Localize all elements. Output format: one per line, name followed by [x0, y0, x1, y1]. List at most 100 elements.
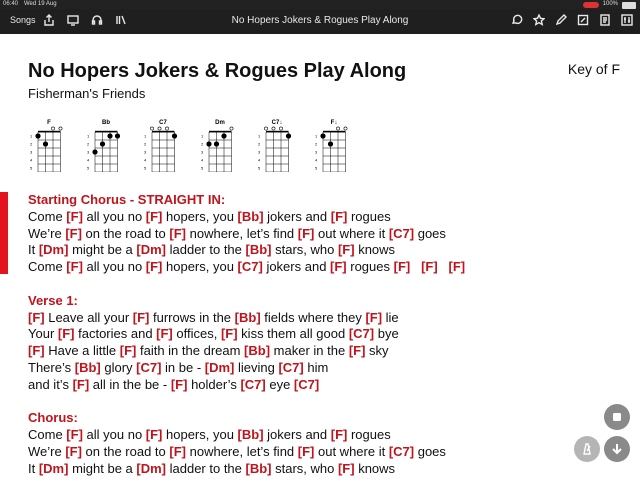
lyric-text: Come [28, 208, 67, 224]
chord-tag: [Dm] [38, 460, 69, 476]
pencil-icon[interactable] [554, 13, 568, 27]
stop-button[interactable] [604, 404, 630, 430]
autoscroll-down-button[interactable] [604, 436, 630, 462]
lyric-line: and it’s [F] all in the be - [F] holder’… [28, 377, 628, 394]
chord-tag: [F] [66, 259, 83, 275]
lyric-text: It [28, 242, 39, 258]
chord-tag: [F] [337, 460, 355, 476]
finger-dot [92, 149, 98, 155]
document-icon[interactable] [598, 13, 612, 27]
song-artist: Fisherman's Friends [28, 86, 146, 101]
lyric-text: It [28, 460, 39, 476]
chord-tag: [Dm] [38, 242, 69, 258]
section-title: Chorus: [28, 410, 78, 426]
fret-number: 1 [30, 134, 33, 139]
chord-tag: [F] [28, 343, 45, 359]
chord-tag: [F] [66, 208, 83, 224]
top-toolbar: Songs No Hopers Jokers & Rogues Play Alo… [0, 9, 640, 34]
chord-name: F [47, 120, 51, 126]
section-title: Starting Chorus - STRAIGHT IN: [28, 192, 226, 207]
lyric-text: hopers, you [162, 259, 238, 275]
open-string-marker [343, 126, 348, 131]
fret-number: 3 [87, 150, 90, 155]
fret-number: 3 [144, 150, 147, 155]
recording-indicator-icon [582, 2, 599, 8]
lyric-text: out where it [314, 443, 389, 459]
lyric-line: We’re [F] on the road to [F] nowhere, le… [28, 226, 628, 243]
battery-icon [622, 1, 636, 9]
status-date: Wed 19 Aug [24, 1, 57, 7]
lyric-text: factories and [74, 326, 157, 342]
lyric-text: knows [354, 460, 396, 476]
lyrics-sheet: Starting Chorus - STRAIGHT IN: Come [F] a… [28, 192, 628, 494]
chord-tag: [F] [28, 309, 45, 325]
lyric-text: him [303, 359, 329, 375]
lyric-text: There’s [28, 359, 75, 375]
lyric-text: all you no [82, 259, 146, 275]
note-edit-icon[interactable] [576, 13, 590, 27]
song-title: No Hopers Jokers & Rogues Play Along [28, 60, 407, 82]
open-string-marker [157, 126, 162, 131]
star-icon[interactable] [532, 13, 546, 27]
lyric-text: knows [354, 242, 396, 258]
lyric-line: It [Dm] might be a [Dm] ladder to the [B… [28, 242, 628, 259]
fret-number: 4 [201, 158, 204, 163]
chord-name: F↓ [331, 120, 338, 126]
status-bar: 06:40 Wed 19 Aug 100% [0, 0, 640, 9]
lyric-text: nowhere, let’s find [186, 225, 298, 241]
finger-dot [171, 133, 178, 139]
chord-tag: [F] [145, 208, 163, 224]
lyric-line: It [Dm] might be a [Dm] ladder to the [B… [28, 461, 628, 478]
comment-icon[interactable] [510, 13, 524, 27]
fret-number: 4 [315, 158, 318, 163]
chord-tag: [F] [145, 427, 163, 443]
chord-tag: [F] [72, 376, 90, 392]
open-string-marker [51, 126, 55, 131]
lyric-text: rogues [347, 427, 391, 443]
chord-tag: [C7] [388, 443, 415, 459]
lyric-text: ladder to the [166, 460, 246, 476]
finger-dot [327, 141, 334, 147]
chord-tag: [F] [65, 225, 82, 241]
chord-tag: [F] [119, 343, 137, 359]
song-section: Verse 1: [F] Leave all your [F] furrows i… [28, 293, 628, 394]
lyric-text: Your [28, 326, 58, 342]
chord-name: Bb [102, 120, 110, 126]
chord-tag: [F] [448, 259, 466, 275]
metronome-button[interactable] [574, 436, 600, 462]
lyric-text: kiss them all good [237, 326, 349, 342]
fret-number: 5 [144, 166, 147, 171]
chord-diagram: Bb 1 2 3 4 5 [85, 118, 125, 173]
lyric-text: might be a [68, 242, 137, 258]
chord-tag: [F] [421, 259, 438, 275]
chord-tag: [C7] [293, 376, 320, 392]
lyric-line: Your [F] factories and [F] offices, [F] … [28, 326, 628, 343]
lyric-text: Come [28, 259, 67, 275]
chord-tag: [F] [57, 326, 75, 342]
lyric-line: Come [F] all you no [F] hopers, you [C7]… [28, 259, 628, 276]
lyric-text: out where it [314, 225, 389, 241]
lyric-text: faith in the dream [136, 343, 245, 359]
chord-tag: [C7] [348, 326, 375, 342]
lyric-text [410, 259, 421, 274]
finger-dot [213, 141, 220, 147]
fret-number: 3 [258, 150, 261, 155]
lyric-text: offices, [172, 326, 221, 342]
lyric-text: glory [100, 359, 137, 375]
lyric-text: jokers and [263, 208, 331, 224]
lyric-text: might be a [68, 460, 137, 476]
chord-tag: [F] [297, 443, 315, 459]
fret-number: 3 [315, 150, 318, 155]
lyric-text: hopers, you [162, 208, 238, 224]
chord-name: C7↓ [272, 120, 283, 126]
settings-sliders-icon[interactable] [620, 13, 634, 27]
lyric-text: in be - [161, 359, 205, 375]
finger-dot [114, 133, 121, 139]
lyric-text: lie [382, 309, 399, 325]
fret-number: 2 [144, 142, 147, 147]
chord-tag: [F] [297, 225, 315, 241]
lyric-text: and it’s [28, 376, 73, 392]
toolbar-right-icons [510, 13, 634, 27]
fret-number: 3 [201, 150, 204, 155]
chord-tag: [Bb] [237, 208, 264, 224]
